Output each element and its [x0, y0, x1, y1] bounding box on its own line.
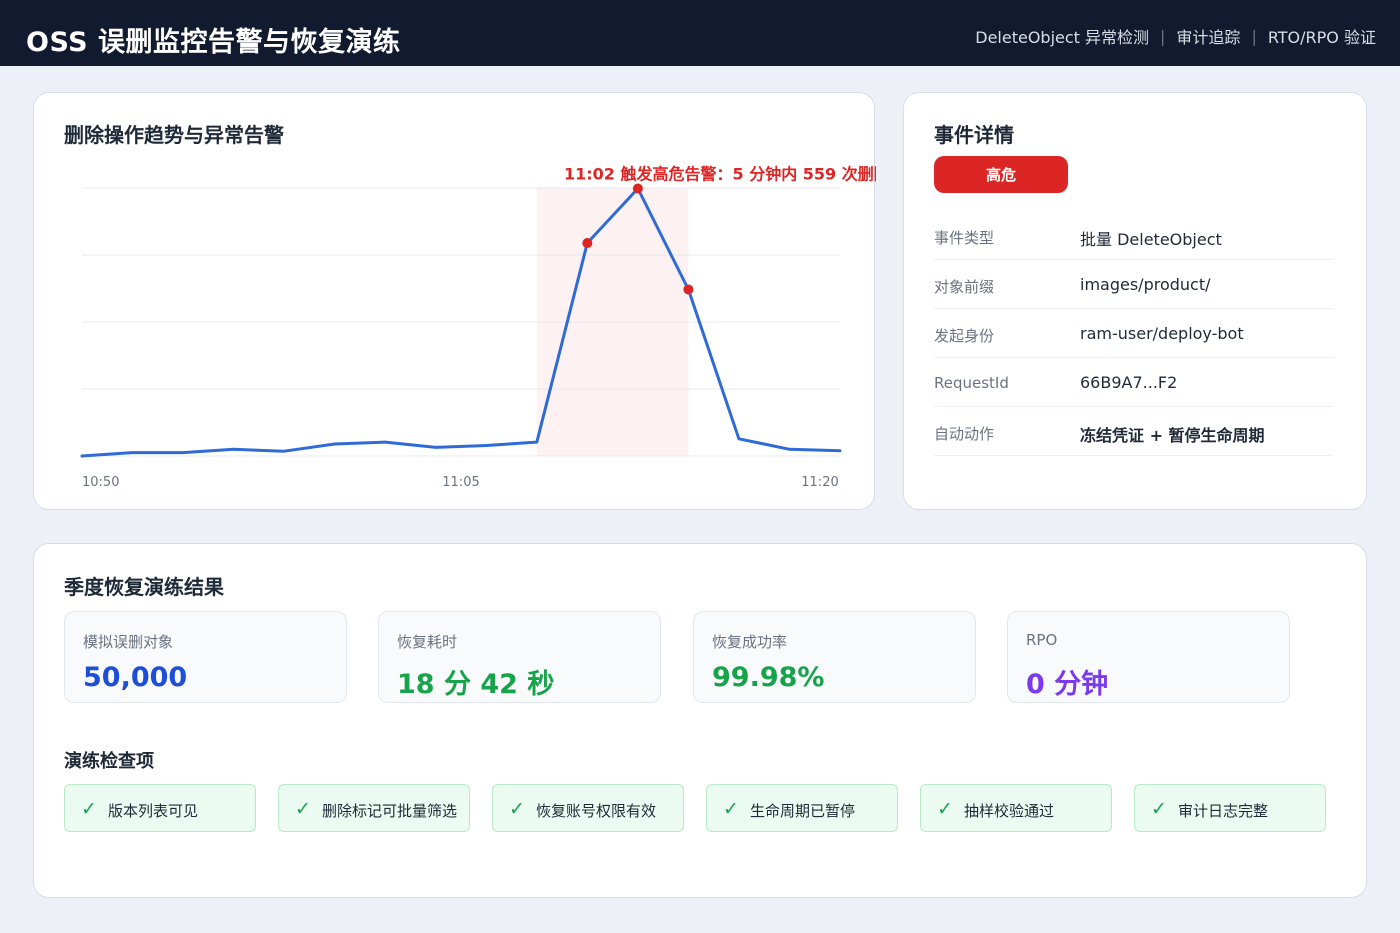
- detail-value: ram-user/deploy-bot: [1080, 324, 1244, 343]
- nav-separator: |: [1160, 26, 1166, 46]
- detail-row-auto-action: 自动动作 冻结凭证 + 暂停生命周期: [934, 407, 1334, 456]
- event-details-card: 事件详情 高危 事件类型 批量 DeleteObject 对象前缀 images…: [903, 92, 1367, 510]
- top-nav: DeleteObject 异常检测 | 审计追踪 | RTO/RPO 验证: [975, 24, 1376, 48]
- check-item-audit-log: ✓ 审计日志完整: [1134, 784, 1326, 832]
- recovery-drill-card: 季度恢复演练结果 模拟误删对象 50,000 恢复耗时 18 分 42 秒 恢复…: [33, 543, 1367, 898]
- metric-label: 模拟误删对象: [83, 633, 174, 651]
- check-icon: ✓: [509, 798, 525, 820]
- detail-row-initiator: 发起身份 ram-user/deploy-bot: [934, 309, 1334, 358]
- x-tick-label: 10:50: [82, 475, 119, 490]
- check-icon: ✓: [1151, 798, 1167, 820]
- drill-card-title: 季度恢复演练结果: [64, 575, 224, 599]
- check-icon: ✓: [937, 798, 953, 820]
- metric-label: RPO: [1026, 631, 1058, 649]
- app-title: OSS 误删监控告警与恢复演练: [26, 27, 401, 58]
- detail-key: 发起身份: [934, 327, 995, 345]
- severity-badge: 高危: [934, 156, 1068, 193]
- check-item-lifecycle-paused: ✓ 生命周期已暂停: [706, 784, 898, 832]
- detail-value: 66B9A7...F2: [1080, 373, 1178, 392]
- nav-link-audit-trail[interactable]: 审计追踪: [1176, 24, 1240, 48]
- metric-value: 18 分 42 秒: [397, 669, 555, 700]
- detail-key: 对象前缀: [934, 278, 995, 296]
- check-label: 审计日志完整: [1178, 802, 1269, 820]
- metric-value: 0 分钟: [1026, 669, 1109, 700]
- check-label: 版本列表可见: [108, 802, 199, 820]
- nav-link-rto-rpo[interactable]: RTO/RPO 验证: [1268, 24, 1376, 48]
- alert-annotation: 11:02 触发高危告警：5 分钟内 559 次删除: [564, 164, 876, 183]
- check-icon: ✓: [723, 798, 739, 820]
- detail-key: RequestId: [934, 374, 1009, 392]
- nav-link-deleteobject-detection[interactable]: DeleteObject 异常检测: [975, 24, 1149, 48]
- detail-row-event-type: 事件类型 批量 DeleteObject: [934, 211, 1334, 260]
- check-label: 删除标记可批量筛选: [322, 802, 458, 820]
- checks-title: 演练检查项: [64, 751, 154, 772]
- check-label: 抽样校验通过: [964, 802, 1055, 820]
- delete-trend-card: 11:02 触发高危告警：5 分钟内 559 次删除 10:50 11:05 11:2…: [33, 92, 876, 510]
- alert-point-marker: [683, 284, 694, 295]
- event-card-title: 事件详情: [934, 123, 1014, 147]
- detail-row-object-prefix: 对象前缀 images/product/: [934, 260, 1334, 309]
- delete-trend-chart: 11:02 触发高危告警：5 分钟内 559 次删除 10:50 11:05 11:2…: [80, 164, 876, 490]
- event-detail-list: 事件类型 批量 DeleteObject 对象前缀 images/product…: [934, 211, 1334, 456]
- check-item-recovery-permission: ✓ 恢复账号权限有效: [492, 784, 684, 832]
- trend-card-title: 删除操作趋势与异常告警: [64, 123, 284, 147]
- check-item-version-list: ✓ 版本列表可见: [64, 784, 256, 832]
- detail-row-request-id: RequestId 66B9A7...F2: [934, 358, 1334, 407]
- check-label: 恢复账号权限有效: [536, 802, 657, 820]
- detail-key: 自动动作: [934, 425, 995, 443]
- nav-separator: |: [1251, 26, 1257, 46]
- detail-value: 冻结凭证 + 暂停生命周期: [1080, 426, 1265, 445]
- metric-value: 99.98%: [712, 662, 825, 693]
- metric-label: 恢复耗时: [397, 633, 458, 651]
- x-tick-label: 11:05: [442, 475, 479, 490]
- detail-value: images/product/: [1080, 275, 1211, 294]
- x-tick-label: 11:20: [801, 475, 838, 490]
- top-bar: OSS 误删监控告警与恢复演练 DeleteObject 异常检测 | 审计追踪…: [0, 0, 1400, 66]
- alert-point-marker: [632, 183, 643, 194]
- check-label: 生命周期已暂停: [750, 802, 856, 820]
- check-icon: ✓: [81, 798, 97, 820]
- metric-label: 恢复成功率: [712, 633, 788, 651]
- check-item-sample-verification: ✓ 抽样校验通过: [920, 784, 1112, 832]
- check-item-delete-markers: ✓ 删除标记可批量筛选: [278, 784, 470, 832]
- metric-value: 50,000: [83, 662, 188, 693]
- metric-recovery-time: 恢复耗时 18 分 42 秒: [378, 611, 661, 703]
- metric-rpo: RPO 0 分钟: [1007, 611, 1290, 703]
- alert-point-marker: [582, 238, 593, 249]
- metric-success-rate: 恢复成功率 99.98%: [693, 611, 976, 703]
- detail-key: 事件类型: [934, 229, 995, 247]
- check-icon: ✓: [295, 798, 311, 820]
- detail-value: 批量 DeleteObject: [1080, 230, 1222, 249]
- metric-simulated-objects: 模拟误删对象 50,000: [64, 611, 347, 703]
